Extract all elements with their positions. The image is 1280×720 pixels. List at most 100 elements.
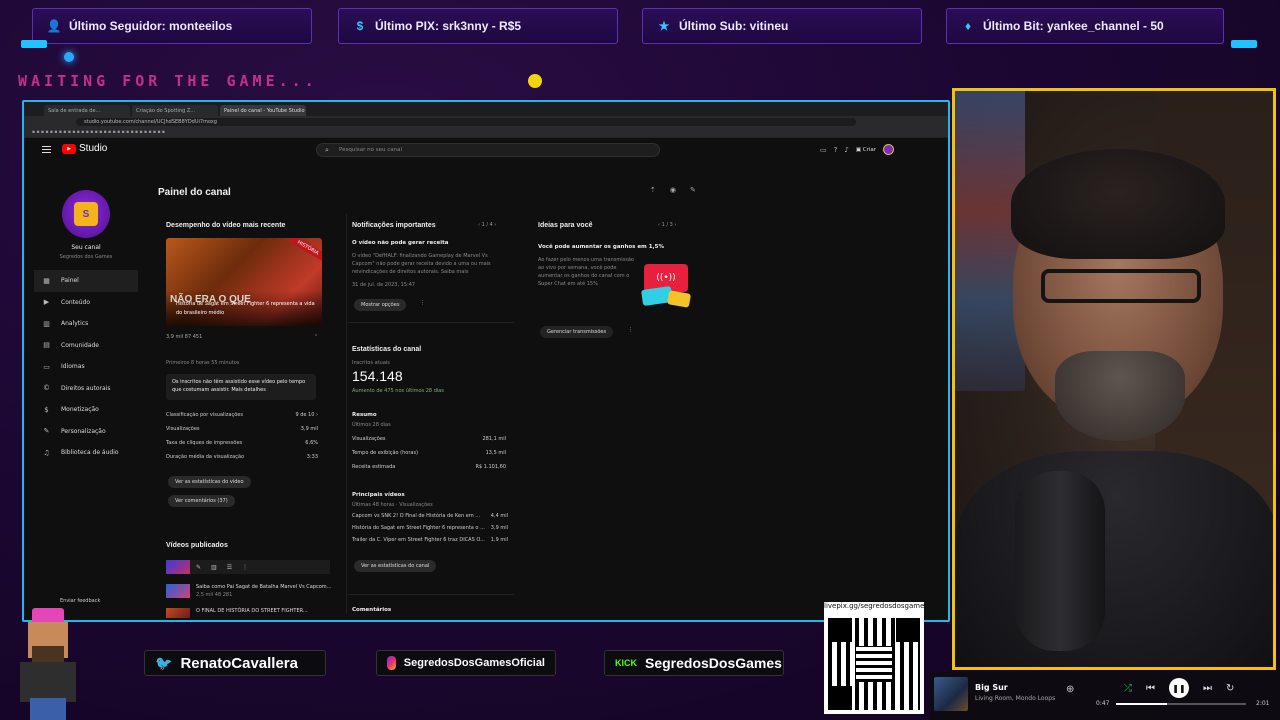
progress-bar[interactable] [1116,703,1246,705]
sidebar-item-painel[interactable]: ▦ Painel [34,270,138,292]
metric-label: Receita estimada [352,464,396,470]
alert-bit-text: Último Bit: yankee_channel - 50 [983,19,1164,33]
alert-edge [21,40,47,48]
sidebar-item-label: Conteúdo [61,298,90,306]
view-video-stats-button[interactable]: Ver as estatísticas do vídeo [168,476,251,488]
upload-icon[interactable]: ⇡ [650,186,656,194]
more-icon[interactable]: ⋮ [242,564,248,571]
idea-body: Ao fazer pelo menos uma transmissão ao v… [538,257,634,287]
sidebar-item-audio[interactable]: ♫ Biblioteca de áudio [34,442,138,464]
subtitles-icon: ▭ [43,362,50,371]
published-video-title[interactable]: Saiba como Pai Sagat de Batalha Marvel V… [196,584,331,590]
insight-box[interactable]: Os inscritos não têm assistido esse víde… [166,374,316,400]
studio-logo-text: Studio [79,143,108,154]
sidebar-item-idiomas[interactable]: ▭ Idiomas [34,356,138,378]
pause-button[interactable]: ❚❚ [1169,678,1189,698]
alert-follower-text: Último Seguidor: monteeilos [69,19,233,33]
sidebar-item-analytics[interactable]: ▥ Analytics [34,313,138,335]
edit-icon[interactable]: ✎ [690,186,696,194]
published-video-thumb[interactable] [166,608,190,618]
live-icon[interactable]: ▭ [820,146,827,154]
latest-video-thumbnail[interactable]: HISTÓRIA NÃO ERA O QUE História de Sagat… [166,238,322,326]
next-icon[interactable]: ⏭ [1203,683,1212,694]
summary-row: Receita estimada R$ 1.101,60 [352,460,506,474]
show-options-button[interactable]: Mostrar opções [354,299,407,311]
kick-handle: SegredosDosGames [645,655,782,671]
search-input[interactable]: ⌕ Pesquisar no seu canal [316,143,660,157]
live-stream-icon[interactable]: ◉ [670,186,676,194]
top-video-row: História do Sagat em Street Fighter 6 re… [352,522,508,534]
social-instagram: SegredosDosGamesOficial [376,650,556,676]
ideas-pager-text: 1 / 3 [661,222,673,228]
content-icon: ▶ [43,298,50,307]
more-icon[interactable]: ⋮ [628,327,633,333]
sidebar-item-conteudo[interactable]: ▶ Conteúdo [34,292,138,314]
cam-background-shelf [955,91,1025,391]
music-icon: ♫ [43,448,50,457]
studio-logo[interactable]: ▶ Studio [62,143,107,154]
published-video-thumb[interactable] [166,584,190,598]
sidebar-item-monetizacao[interactable]: $ Monetização [34,399,138,421]
card-divider [348,594,514,595]
sidebar-nav: ▦ Painel ▶ Conteúdo ▥ Analytics ▤ Comunidade… [34,270,138,464]
published-videos-heading: Vídeos publicados [166,542,228,549]
browser-tab[interactable]: Sala de entrada de... [44,105,130,116]
view-comments-button[interactable]: Ver comentários (37) [168,495,235,507]
help-icon[interactable]: ? [834,146,838,154]
browser-tab[interactable]: Criação do Spotting Z... [132,105,218,116]
live-broadcast-illustration: ((•)) [641,262,692,308]
bell-icon[interactable]: ♪ [844,146,848,154]
alert-last-bit: ♦ Último Bit: yankee_channel - 50 [946,8,1257,48]
subscribers-count: 154.148 [352,368,403,384]
top-video-title[interactable]: História do Sagat em Street Fighter 6 re… [352,525,485,531]
elapsed-time: 0:47 [1096,700,1110,707]
published-video-thumb[interactable] [166,560,190,574]
channel-subtitle: Segredos dos Games [59,254,113,260]
qr-label: livepix.gg/segredosdosgames [824,602,929,612]
top-video-row: Trailer da C. Viper em Street Fighter 6 … [352,534,508,546]
shuffle-icon[interactable]: ⤮ [1124,683,1132,694]
manage-broadcasts-button[interactable]: Gerenciar transmissões [540,326,614,338]
page-title-actions: ⇡ ◉ ✎ [650,186,696,194]
community-icon: ▤ [43,341,50,350]
sidebar-item-label: Direitos autorais [61,384,111,392]
browser-tab-active[interactable]: Painel do canal - YouTube Studio [220,105,306,116]
top-video-views: 1,9 mil [490,537,508,543]
top-video-title[interactable]: Trailer da C. Viper em Street Fighter 6 … [352,537,485,543]
address-bar[interactable]: studio.youtube.com/channel/UCJhdSEB8YDdU… [76,118,856,126]
browser-tabstrip: Sala de entrada de... Criação do Spottin… [24,102,948,116]
create-button[interactable]: ▣ Criar [856,147,876,153]
sidebar-item-direitos[interactable]: © Direitos autorais [34,378,138,400]
metric-label: Classificação por visualizações [166,412,243,418]
edit-icon[interactable]: ✎ [196,564,201,571]
metric-row: Duração média da visualização 3:33 [166,450,318,464]
more-icon[interactable]: ⋮ [420,300,425,306]
metric-value: 6,6% [305,440,318,446]
repeat-icon[interactable]: ↻ [1226,683,1234,694]
channel-stats-heading: Estatísticas do canal [352,346,422,353]
top-video-views: 4,4 mil [490,513,508,519]
bookmark-item[interactable]: ▪ ▪ ▪ ▪ ▪ ▪ ▪ ▪ ▪ ▪ ▪ ▪ ▪ ▪ ▪ ▪ ▪ ▪ ▪ ▪ … [32,130,165,135]
metric-value[interactable]: 9 de 10 › [295,412,318,418]
chevron-up-icon[interactable]: ⌃ [314,334,318,340]
add-icon[interactable]: ⊕ [1066,684,1074,695]
comments-icon[interactable]: ☰ [227,564,232,571]
top-video-title[interactable]: Capcom vs SNK 2! O Final de História de … [352,513,480,519]
account-avatar[interactable] [883,144,895,155]
channel-avatar[interactable]: S [62,190,110,238]
wand-icon: ✎ [43,427,50,436]
top-video-row: Capcom vs SNK 2! O Final de História de … [352,510,508,522]
sidebar-item-label: Analytics [61,320,89,328]
alert-last-sub: ★ Último Sub: vitineu [642,8,922,44]
sidebar-item-comunidade[interactable]: ▤ Comunidade [34,335,138,357]
ideas-pager: ‹ 1 / 3 › [658,222,677,228]
sidebar-item-personalizacao[interactable]: ✎ Personalização [34,421,138,443]
previous-icon[interactable]: ⏮ [1146,683,1155,694]
published-video-title[interactable]: O FINAL DE HISTÓRIA DO STREET FIGHTER... [196,608,308,614]
metric-value: 3,9 mil [300,426,318,432]
notification-title: O vídeo não pode gerar receita [352,240,449,246]
analytics-icon[interactable]: ▥ [211,564,217,571]
menu-icon[interactable] [42,146,51,153]
view-channel-stats-button[interactable]: Ver as estatísticas do canal [354,560,437,572]
metric-row: Classificação por visualizações 9 de 10 › [166,408,318,422]
